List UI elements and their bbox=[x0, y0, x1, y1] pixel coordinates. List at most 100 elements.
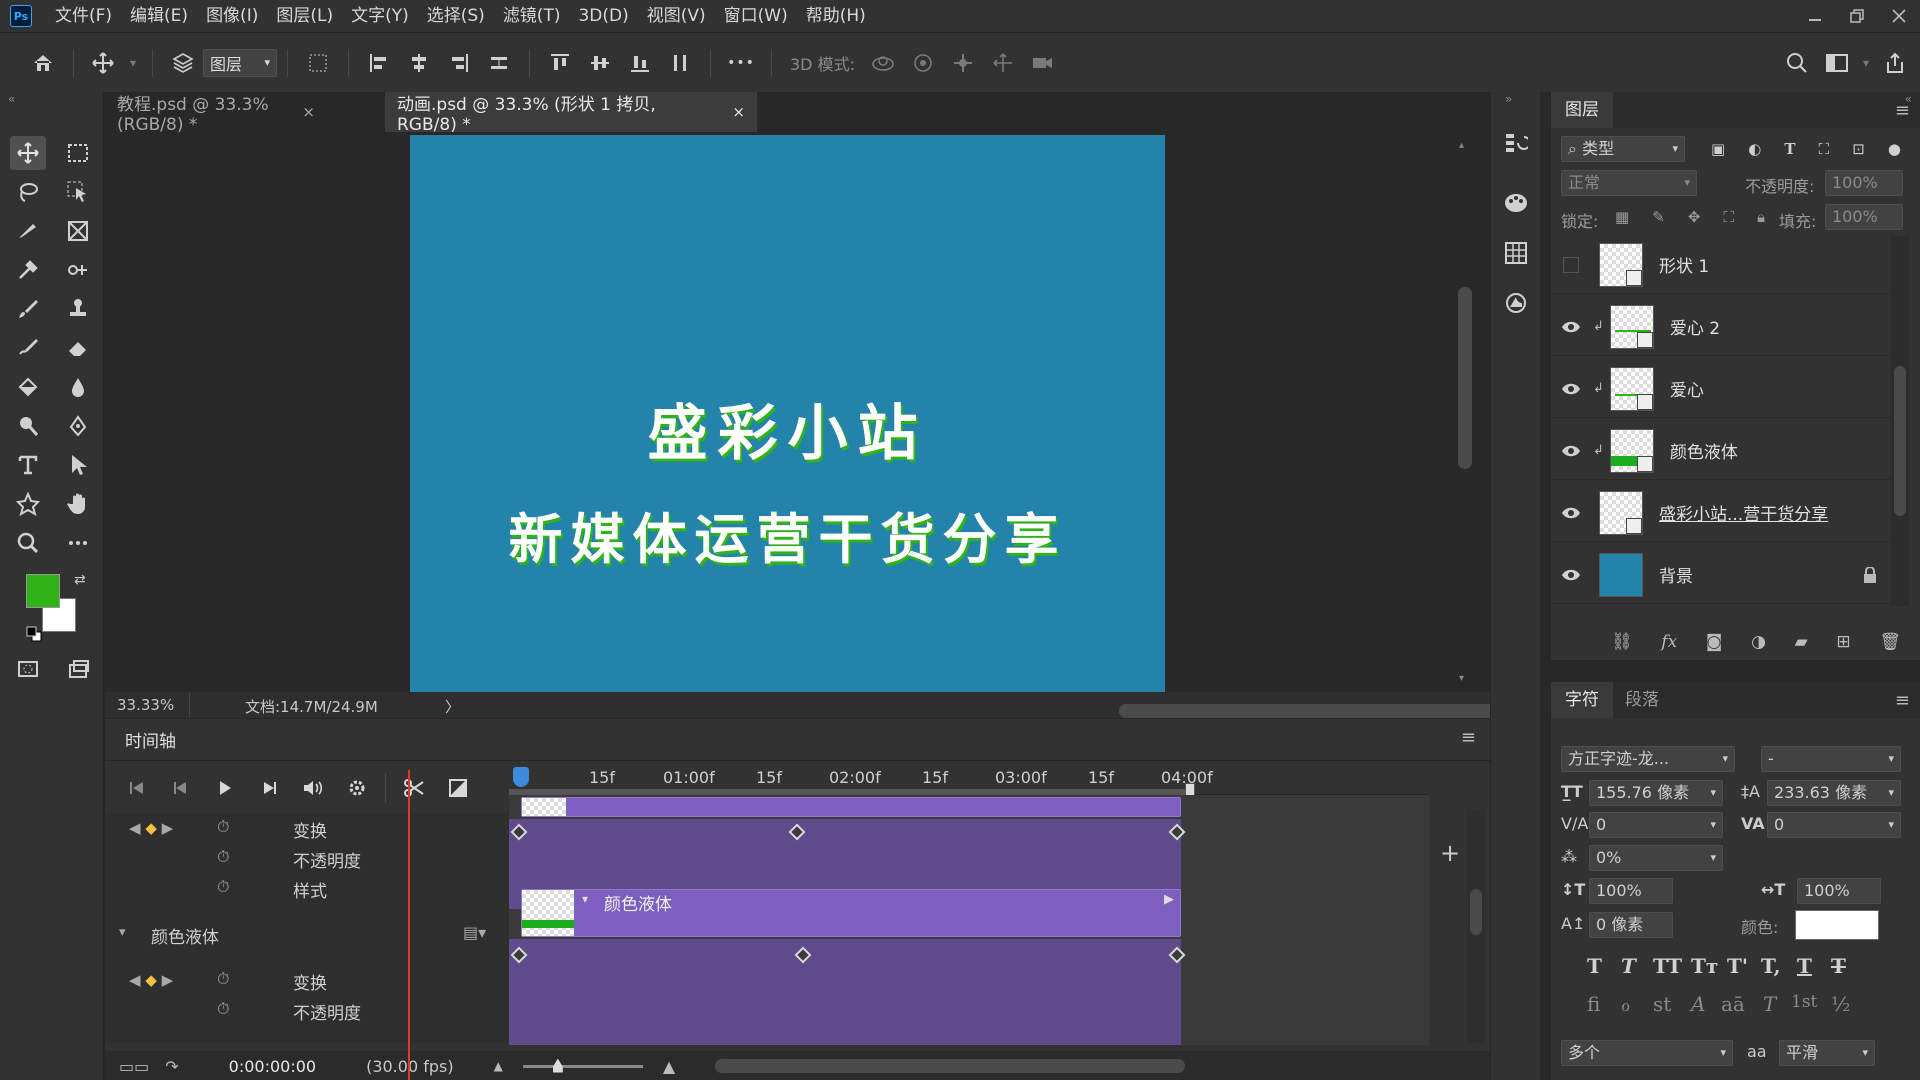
menu-layer[interactable]: 图层(L) bbox=[267, 0, 342, 32]
chevron-down-icon[interactable]: ▾ bbox=[119, 925, 126, 940]
close-window-button[interactable] bbox=[1878, 0, 1920, 32]
timeline-zoom-slider[interactable] bbox=[522, 1058, 643, 1073]
stopwatch-icon[interactable]: ⏱ bbox=[217, 817, 229, 837]
split-scissors-icon[interactable] bbox=[392, 770, 436, 806]
menu-window[interactable]: 窗口(W) bbox=[715, 0, 797, 32]
faux-bold-button[interactable]: T bbox=[1587, 954, 1602, 978]
align-middle-icon[interactable] bbox=[583, 45, 617, 81]
shape-tool[interactable] bbox=[10, 487, 46, 521]
ligatures-button[interactable]: fi bbox=[1587, 992, 1600, 1016]
chevron-down-icon[interactable]: ▾ bbox=[1860, 45, 1872, 81]
align-top-icon[interactable] bbox=[543, 45, 577, 81]
3d-slide-icon[interactable] bbox=[986, 45, 1020, 81]
font-style-dropdown[interactable]: - ▾ bbox=[1761, 746, 1901, 772]
collapse-icon[interactable]: » bbox=[1505, 92, 1512, 106]
auto-select-dropdown[interactable]: 图层 ▾ bbox=[203, 48, 277, 77]
lock-artboard-icon[interactable]: ⛶ bbox=[1723, 208, 1734, 226]
quick-mask-button[interactable] bbox=[10, 652, 46, 686]
menu-type[interactable]: 文字(Y) bbox=[342, 0, 418, 32]
align-left-icon[interactable] bbox=[362, 45, 396, 81]
pen-slice-tool[interactable] bbox=[10, 214, 46, 248]
leading-input[interactable]: 233.63 像素 ▾ bbox=[1767, 780, 1901, 806]
layer-filter-dropdown[interactable]: ⌕ 类型 ▾ bbox=[1561, 136, 1685, 162]
zoom-level[interactable]: 33.33% bbox=[117, 696, 174, 714]
settings-icon[interactable] bbox=[335, 770, 379, 806]
adjustment-filter-icon[interactable]: ◐ bbox=[1748, 140, 1761, 162]
lock-all-icon[interactable]: 🔒︎ bbox=[1757, 208, 1765, 226]
render-video-icon[interactable]: ↷ bbox=[165, 1057, 178, 1076]
stylistic-alternates-button[interactable]: aā bbox=[1721, 992, 1745, 1016]
3d-camera-icon[interactable] bbox=[1026, 45, 1060, 81]
frame-mode-icon[interactable]: ▭▭ bbox=[119, 1057, 149, 1076]
restore-button[interactable] bbox=[1836, 0, 1878, 32]
close-icon[interactable]: × bbox=[732, 103, 745, 121]
ordinals-button[interactable]: 1st bbox=[1791, 992, 1817, 1012]
lasso-tool[interactable] bbox=[10, 175, 46, 209]
small-caps-button[interactable]: Tт bbox=[1691, 954, 1718, 978]
more-tools-button[interactable] bbox=[60, 526, 96, 560]
type-filter-icon[interactable]: T bbox=[1784, 140, 1795, 162]
stopwatch-icon[interactable]: ⏱ bbox=[217, 999, 229, 1019]
fill-input[interactable]: 100% bbox=[1825, 204, 1903, 230]
scroll-up-icon[interactable]: ▴ bbox=[1459, 140, 1464, 151]
lock-pixels-icon[interactable]: ▦ bbox=[1615, 208, 1629, 226]
language-dropdown[interactable]: 多个 ▾ bbox=[1561, 1040, 1733, 1066]
timeline-vertical-scrollbar[interactable] bbox=[1467, 809, 1485, 1043]
menu-help[interactable]: 帮助(H) bbox=[797, 0, 875, 32]
distribute-vertical-icon[interactable] bbox=[663, 45, 697, 81]
menu-3d[interactable]: 3D(D) bbox=[569, 0, 637, 32]
swap-colors-icon[interactable]: ⇄ bbox=[74, 572, 86, 588]
layer-heart-2[interactable]: ↲ 爱心 2 bbox=[1551, 298, 1891, 356]
discretionary-ligatures-button[interactable]: st bbox=[1653, 992, 1671, 1016]
lock-position-icon[interactable]: ✥ bbox=[1688, 208, 1701, 226]
hand-tool[interactable] bbox=[60, 487, 96, 521]
type-tool[interactable] bbox=[10, 448, 46, 482]
contextual-alternates-button[interactable]: ℴ bbox=[1621, 992, 1630, 1016]
tab-character[interactable]: 字符 bbox=[1551, 682, 1613, 718]
audio-icon[interactable] bbox=[291, 770, 335, 806]
menu-select[interactable]: 选择(S) bbox=[418, 0, 494, 32]
tsume-input[interactable]: 0% ▾ bbox=[1589, 845, 1723, 871]
tab-paragraph[interactable]: 段落 bbox=[1611, 682, 1673, 718]
next-frame-icon[interactable] bbox=[247, 770, 291, 806]
film-strip-icon[interactable]: ▤▾ bbox=[463, 923, 486, 942]
keyframe-nav-icons[interactable]: ◀ ◆ ▶ bbox=[129, 971, 173, 989]
timeline-horizontal-scrollbar[interactable] bbox=[715, 1059, 1186, 1073]
move-tool-icon[interactable] bbox=[87, 45, 121, 81]
healing-tool[interactable] bbox=[60, 253, 96, 287]
3d-pan-icon[interactable] bbox=[946, 45, 980, 81]
layer-background[interactable]: 背景 bbox=[1551, 546, 1891, 604]
layer-shape-1[interactable]: 形状 1 bbox=[1551, 236, 1891, 294]
kerning-input[interactable]: 0 ▾ bbox=[1589, 812, 1723, 838]
eye-icon[interactable] bbox=[1551, 444, 1591, 458]
align-right-icon[interactable] bbox=[442, 45, 476, 81]
chevron-down-icon[interactable]: ▾ bbox=[127, 45, 139, 81]
eye-icon[interactable] bbox=[1551, 382, 1591, 396]
underline-button[interactable]: T bbox=[1797, 954, 1812, 978]
menu-file[interactable]: 文件(F) bbox=[46, 0, 121, 32]
marquee-tool[interactable] bbox=[60, 136, 96, 170]
document-canvas[interactable]: 盛彩小站 新媒体运营干货分享 bbox=[410, 135, 1165, 692]
eyedropper-tool[interactable] bbox=[10, 253, 46, 287]
smart-object-filter-icon[interactable]: ⊡ bbox=[1852, 140, 1865, 162]
collapse-icon[interactable]: « bbox=[8, 92, 15, 106]
eye-icon[interactable] bbox=[1551, 320, 1591, 334]
font-size-input[interactable]: 155.76 像素 ▾ bbox=[1589, 780, 1723, 806]
fx-button[interactable]: fx bbox=[1661, 632, 1677, 652]
tracking-input[interactable]: 0 ▾ bbox=[1767, 812, 1901, 838]
slider-thumb[interactable] bbox=[552, 1058, 563, 1073]
distribute-icon[interactable] bbox=[482, 45, 516, 81]
color-panel-icon[interactable] bbox=[1499, 186, 1533, 220]
align-center-icon[interactable] bbox=[402, 45, 436, 81]
zoom-out-icon[interactable]: ▲ bbox=[494, 1059, 503, 1073]
history-brush-tool[interactable] bbox=[10, 331, 46, 365]
frame-tool[interactable] bbox=[60, 214, 96, 248]
search-icon[interactable] bbox=[1780, 45, 1814, 81]
clip-end-icon[interactable]: ▶ bbox=[1164, 892, 1174, 907]
new-group-icon[interactable]: ▰ bbox=[1795, 632, 1808, 652]
path-select-tool[interactable] bbox=[60, 448, 96, 482]
menu-edit[interactable]: 编辑(E) bbox=[121, 0, 197, 32]
font-family-dropdown[interactable]: 方正字迹-龙... ▾ bbox=[1561, 746, 1735, 772]
baseline-shift-input[interactable]: 0 像素 bbox=[1589, 912, 1673, 938]
layer-color-liquid[interactable]: 颜色液体 bbox=[151, 923, 219, 948]
